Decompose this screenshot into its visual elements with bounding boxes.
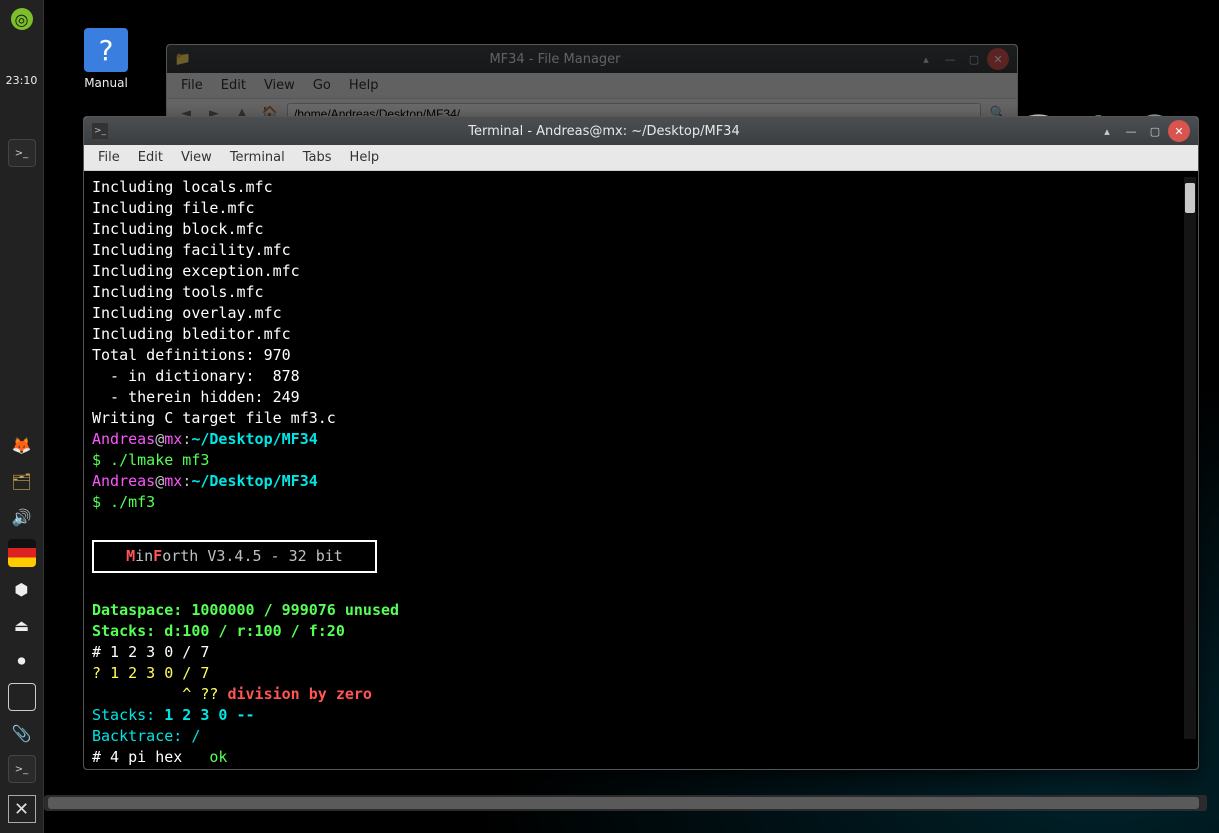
- close-button[interactable]: ✕: [1168, 120, 1190, 142]
- terminal-output[interactable]: Including locals.mfc Including file.mfc …: [84, 171, 1198, 769]
- scrollbar-thumb[interactable]: [48, 797, 1199, 809]
- maximize-button[interactable]: ▢: [963, 48, 985, 70]
- desktop-icon-manual[interactable]: ? Manual: [70, 28, 142, 90]
- terminal-task-icon-2[interactable]: >_: [8, 755, 36, 783]
- files-icon[interactable]: 🗂: [8, 467, 36, 495]
- term-line: Including exception.mfc: [92, 262, 300, 280]
- firefox-icon[interactable]: 🦊: [8, 431, 36, 459]
- term-line: - therein hidden: 249: [92, 388, 300, 406]
- help-icon: ?: [84, 28, 128, 72]
- volume-icon[interactable]: 🔊: [8, 503, 36, 531]
- shade-button[interactable]: ▴: [1096, 120, 1118, 142]
- menu-edit[interactable]: Edit: [221, 78, 246, 93]
- term-line: Total definitions: 970: [92, 346, 291, 364]
- term-line: 1 2 3 0 --: [164, 706, 254, 724]
- filemanager-titlebar[interactable]: 📁 MF34 - File Manager ▴ — ▢ ✕: [167, 45, 1017, 73]
- window-title: Terminal - Andreas@mx: ~/Desktop/MF34: [114, 124, 1094, 139]
- term-line: 1 2 3 0 / 7: [110, 664, 209, 682]
- menu-edit[interactable]: Edit: [138, 150, 163, 165]
- keyboard-de-icon[interactable]: [8, 539, 36, 567]
- terminal-menubar: File Edit View Terminal Tabs Help: [84, 145, 1198, 171]
- menu-go[interactable]: Go: [313, 78, 331, 93]
- terminal-window[interactable]: >_ Terminal - Andreas@mx: ~/Desktop/MF34…: [83, 116, 1199, 770]
- start-menu-icon[interactable]: ✕: [8, 795, 36, 823]
- menu-help[interactable]: Help: [349, 78, 379, 93]
- minforth-banner: MinForth V3.4.5 - 32 bit: [92, 540, 377, 573]
- term-line: Including file.mfc: [92, 199, 255, 217]
- folder-icon: 📁: [175, 51, 191, 67]
- term-line: /: [191, 727, 200, 745]
- term-line: Including block.mfc: [92, 220, 264, 238]
- dock-panel: ◎ 23:10 >_ 🦊 🗂 🔊 ⬢ ⏏ ⏺ 📎 >_ ✕: [0, 0, 44, 833]
- term-line: # 1 2 3 0 / 7: [92, 643, 209, 661]
- window-title: MF34 - File Manager: [197, 52, 913, 67]
- prompt-host: mx: [164, 430, 182, 448]
- menu-file[interactable]: File: [98, 150, 120, 165]
- distro-logo-icon[interactable]: ◎: [11, 8, 33, 30]
- scrollbar-thumb[interactable]: [1185, 183, 1195, 213]
- package-icon[interactable]: ⬢: [8, 575, 36, 603]
- menu-file[interactable]: File: [181, 78, 203, 93]
- prompt-user: Andreas: [92, 430, 155, 448]
- minimize-button[interactable]: —: [939, 48, 961, 70]
- term-line: Stacks: d:100 / r:100 / f:20: [92, 622, 345, 640]
- term-line: Including tools.mfc: [92, 283, 264, 301]
- terminal-titlebar[interactable]: >_ Terminal - Andreas@mx: ~/Desktop/MF34…: [84, 117, 1198, 145]
- panel-clock[interactable]: 23:10: [6, 74, 38, 87]
- term-line: Including bleditor.mfc: [92, 325, 291, 343]
- filemanager-menubar: File Edit View Go Help: [167, 73, 1017, 99]
- terminal-task-icon[interactable]: >_: [8, 139, 36, 167]
- shade-button[interactable]: ▴: [915, 48, 937, 70]
- clipboard-icon[interactable]: 📎: [8, 719, 36, 747]
- menu-tabs[interactable]: Tabs: [303, 150, 332, 165]
- desktop-icon-label: Manual: [70, 76, 142, 90]
- menu-terminal[interactable]: Terminal: [230, 150, 285, 165]
- menu-view[interactable]: View: [264, 78, 295, 93]
- prompt-path: ~/Desktop/MF34: [191, 430, 317, 448]
- minimize-button[interactable]: —: [1120, 120, 1142, 142]
- term-command: $ ./lmake mf3: [92, 451, 209, 469]
- term-line: Including facility.mfc: [92, 241, 291, 259]
- term-line: Including overlay.mfc: [92, 304, 282, 322]
- error-message: division by zero: [227, 685, 372, 703]
- terminal-scrollbar[interactable]: [1184, 177, 1196, 739]
- record-icon[interactable]: ⏺: [8, 647, 36, 675]
- page-scrollbar[interactable]: [44, 795, 1207, 811]
- terminal-icon: >_: [92, 123, 108, 139]
- term-line: Writing C target file mf3.c: [92, 409, 336, 427]
- placeholder-icon[interactable]: [8, 683, 36, 711]
- term-line: Dataspace: 1000000 / 999076 unused: [92, 601, 399, 619]
- term-line: - in dictionary: 878: [92, 367, 300, 385]
- close-button[interactable]: ✕: [987, 48, 1009, 70]
- maximize-button[interactable]: ▢: [1144, 120, 1166, 142]
- eject-icon[interactable]: ⏏: [8, 611, 36, 639]
- menu-help[interactable]: Help: [350, 150, 380, 165]
- term-command: $ ./mf3: [92, 493, 155, 511]
- term-line: Including locals.mfc: [92, 178, 273, 196]
- menu-view[interactable]: View: [181, 150, 212, 165]
